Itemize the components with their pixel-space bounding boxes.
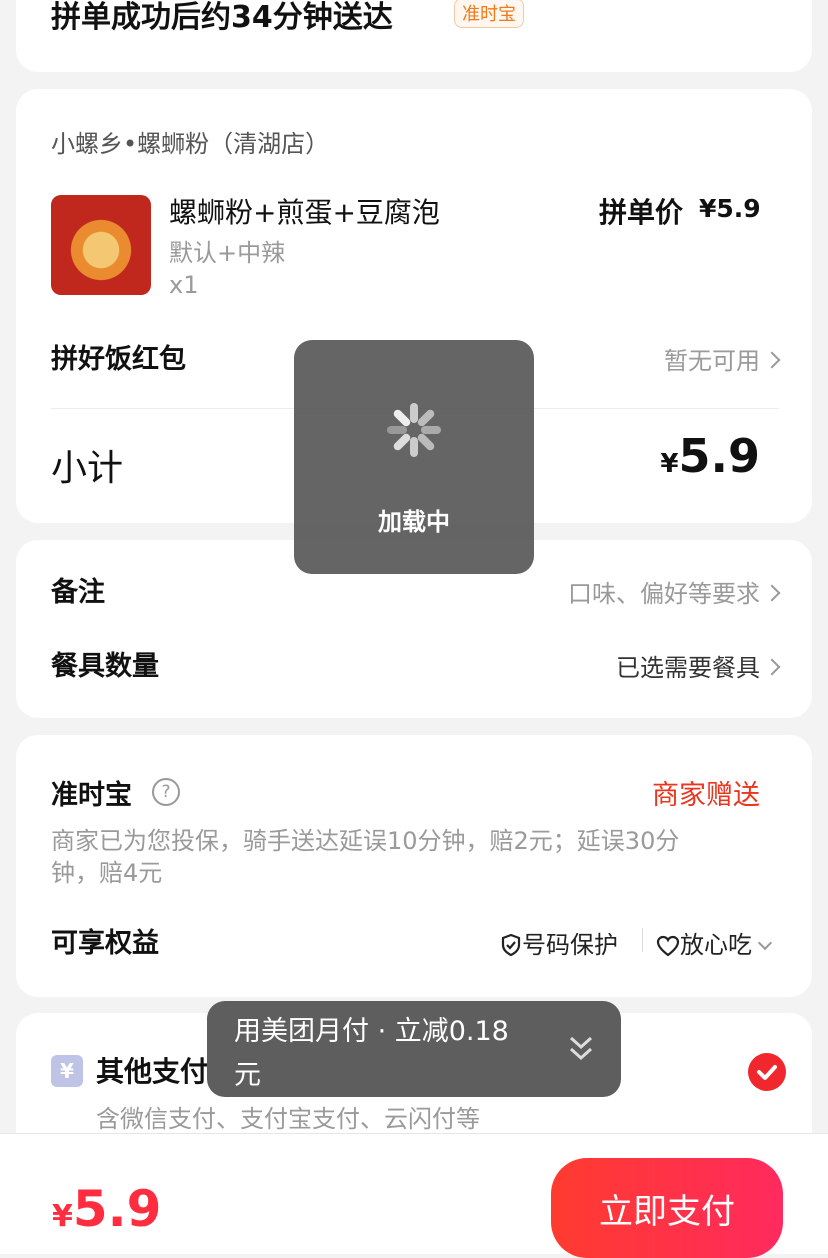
subtotal-label: 小计 [51,448,124,489]
item-price: ¥5.9 [699,194,761,223]
chevron-right-icon [763,658,781,676]
red-packet-label: 拼好饭红包 [51,344,186,375]
double-chevron-down-icon[interactable] [567,1034,595,1064]
pay-now-button[interactable]: 立即支付 [551,1158,783,1258]
chevron-right-icon [763,584,781,602]
delivery-time-text: 拼单成功后约34分钟送达 [51,0,393,35]
payment-title: 其他支付 [96,1055,209,1088]
toast-line2: 元 [234,1060,261,1091]
rights-label: 可享权益 [51,928,159,959]
chevron-down-icon [757,935,773,951]
price-label: 拼单价 [599,196,684,229]
item-quantity: x1 [169,271,199,299]
rights-divider [642,928,643,952]
chevron-right-icon [763,351,781,369]
food-image[interactable] [51,195,151,295]
heart-icon [656,935,680,957]
utensil-label: 餐具数量 [51,651,159,682]
subtotal-value: 5.9 [678,429,761,483]
loading-overlay: 加载中 [294,340,534,574]
payment-icon: ¥ [51,1055,83,1087]
total-amount: ¥5.9 [52,1180,161,1238]
remark-label: 备注 [51,577,105,608]
help-icon[interactable]: ? [152,778,180,806]
shield-icon [501,933,521,957]
utensil-value: 已选需要餐具 [616,654,760,682]
subtotal-amount: ¥5.9 [660,429,760,483]
remark-value: 口味、偏好等要求 [568,580,760,608]
bottom-bar: ¥5.9 立即支付 [0,1133,828,1258]
spinner-icon [357,395,471,467]
subtotal-currency: ¥ [660,449,679,479]
item-name: 螺蛳粉+煎蛋+豆腐泡 [169,196,440,229]
merchant-gift-badge: 商家赠送 [652,780,760,811]
remark-row[interactable]: 口味、偏好等要求 [568,574,781,609]
checkmark-icon[interactable] [748,1053,786,1091]
insurance-desc-line1: 商家已为您投保，骑手送达延误10分钟，赔2元；延误30分 [51,827,680,855]
item-spec: 默认+中辣 [169,239,286,267]
toast-line1: 用美团月付 · 立减0.18 [234,1016,509,1047]
ontime-tag[interactable]: 准时宝 [454,0,524,28]
insurance-desc-line2: 钟，赔4元 [51,859,163,887]
red-packet-row[interactable]: 暂无可用 [664,341,781,376]
insurance-title: 准时宝 [51,780,132,811]
utensil-row[interactable]: 已选需要餐具 [616,648,781,683]
insurance-card: 准时宝 ? 商家赠送 商家已为您投保，骑手送达延误10分钟，赔2元；延误30分 … [16,735,812,997]
total-value: 5.9 [72,1180,162,1238]
safe-eat-label: 放心吃 [680,931,752,959]
loading-text: 加载中 [378,508,450,536]
store-name[interactable]: 小螺乡•螺蛳粉（清湖店） [51,124,329,159]
total-currency: ¥ [52,1199,73,1234]
safe-eat[interactable]: 放心吃 [656,925,773,960]
number-protection-label: 号码保护 [522,931,618,959]
red-packet-value: 暂无可用 [664,347,760,375]
monthly-pay-toast[interactable]: 用美团月付 · 立减0.18 元 [207,1001,621,1097]
number-protection[interactable]: 号码保护 [500,925,618,960]
delivery-card: 拼单成功后约34分钟送达 准时宝 [16,0,812,72]
payment-desc: 含微信支付、支付宝支付、云闪付等 [96,1105,480,1133]
